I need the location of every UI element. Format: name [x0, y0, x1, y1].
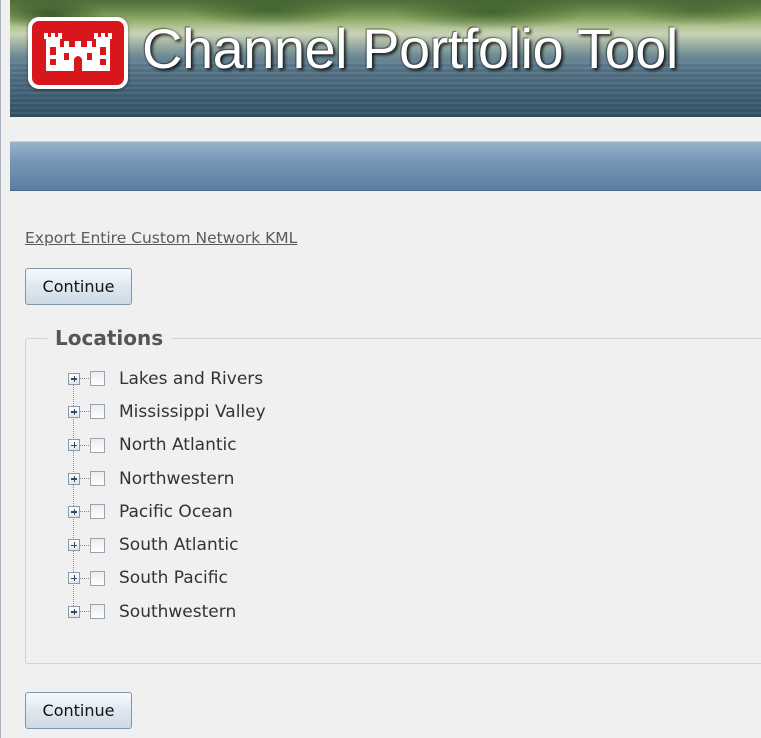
- tree-connector: [80, 511, 89, 513]
- tree-node-south-atlantic: South Atlantic: [65, 528, 266, 561]
- tree-node-northwestern: Northwestern: [65, 462, 266, 495]
- tree-connector: [80, 478, 89, 480]
- location-label[interactable]: Pacific Ocean: [119, 502, 233, 522]
- location-checkbox[interactable]: [90, 537, 105, 553]
- location-label[interactable]: Mississippi Valley: [119, 402, 266, 422]
- tree-connector: [80, 378, 89, 380]
- page-frame: Channel Portfolio Tool Export Entire Cus…: [0, 0, 761, 738]
- location-checkbox[interactable]: [90, 371, 105, 387]
- location-checkbox[interactable]: [90, 404, 105, 420]
- location-label[interactable]: Lakes and Rivers: [119, 369, 263, 389]
- expand-plus-icon[interactable]: [68, 472, 80, 485]
- location-checkbox[interactable]: [90, 471, 105, 487]
- header-banner: Channel Portfolio Tool: [10, 0, 761, 117]
- tree-node-mississippi-valley: Mississippi Valley: [65, 395, 266, 428]
- tree-connector: [80, 444, 89, 446]
- expand-plus-icon[interactable]: [68, 605, 80, 618]
- tree-node-pacific-ocean: Pacific Ocean: [65, 495, 266, 528]
- location-label[interactable]: South Pacific: [119, 568, 228, 588]
- expand-plus-icon[interactable]: [68, 505, 80, 518]
- location-label[interactable]: South Atlantic: [119, 535, 238, 555]
- tree-connector: [80, 577, 89, 579]
- tree-connector: [80, 611, 89, 613]
- continue-button-bottom[interactable]: Continue: [25, 692, 132, 729]
- tree-node-lakes-and-rivers: Lakes and Rivers: [65, 362, 266, 395]
- export-kml-link[interactable]: Export Entire Custom Network KML: [25, 229, 297, 247]
- tree-node-south-pacific: South Pacific: [65, 562, 266, 595]
- expand-plus-icon[interactable]: [68, 439, 80, 452]
- locations-legend: Locations: [47, 324, 172, 352]
- location-label[interactable]: Northwestern: [119, 469, 234, 489]
- location-label[interactable]: Southwestern: [119, 602, 236, 622]
- locations-tree: Lakes and Rivers Mississippi Valley Nort…: [65, 362, 266, 628]
- expand-plus-icon[interactable]: [68, 372, 80, 385]
- tree-node-north-atlantic: North Atlantic: [65, 429, 266, 462]
- continue-button-top[interactable]: Continue: [25, 268, 132, 305]
- app-title: Channel Portfolio Tool: [142, 17, 678, 80]
- castle-icon: [44, 33, 112, 71]
- location-checkbox[interactable]: [90, 504, 105, 520]
- location-checkbox[interactable]: [90, 604, 105, 620]
- expand-plus-icon[interactable]: [68, 572, 80, 585]
- tree-connector: [80, 411, 89, 413]
- usace-castle-logo-icon: [28, 17, 128, 89]
- tree-node-southwestern: Southwestern: [65, 595, 266, 628]
- expand-plus-icon[interactable]: [68, 539, 80, 552]
- nav-bar: [10, 141, 761, 191]
- location-checkbox[interactable]: [90, 437, 105, 453]
- location-label[interactable]: North Atlantic: [119, 435, 237, 455]
- tree-connector: [80, 544, 89, 546]
- expand-plus-icon[interactable]: [68, 405, 80, 418]
- location-checkbox[interactable]: [90, 570, 105, 586]
